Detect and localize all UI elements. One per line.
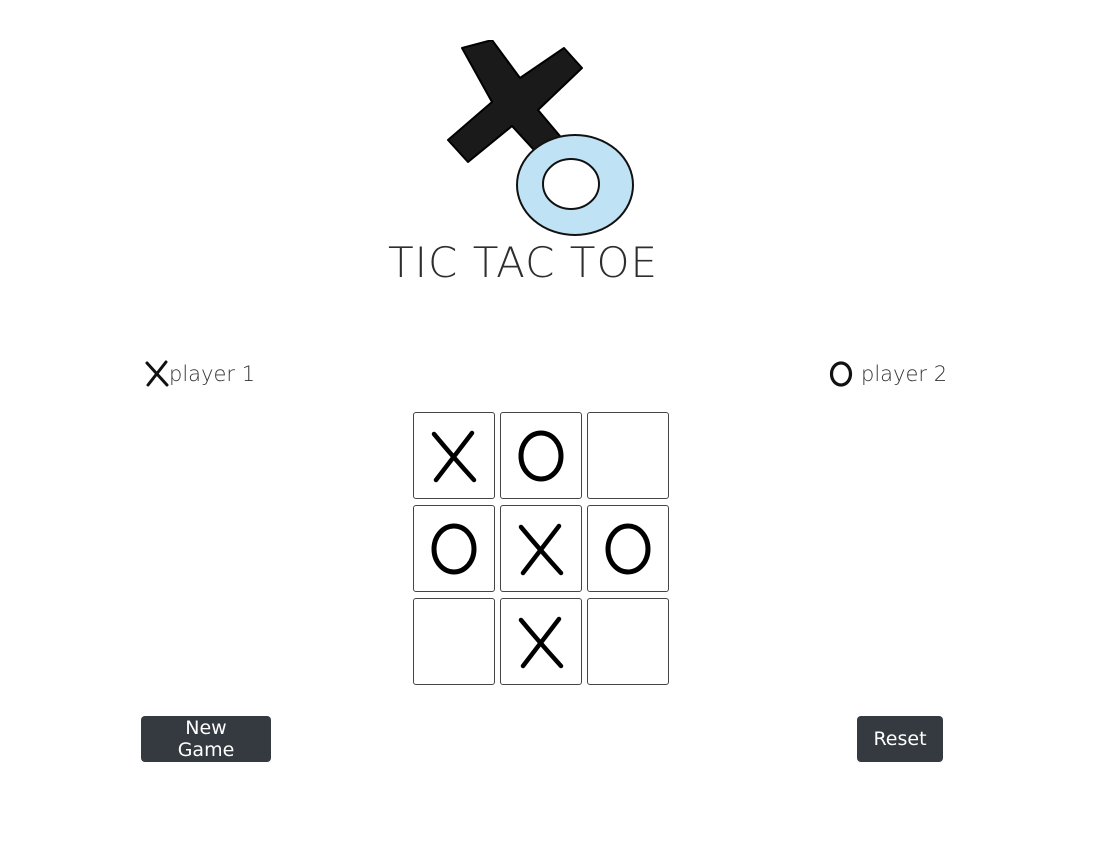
board-cell-7[interactable] xyxy=(413,598,495,685)
x-mark-icon xyxy=(145,360,169,388)
x-mark-icon xyxy=(518,616,564,668)
x-mark-icon xyxy=(518,523,564,575)
x-mark-icon xyxy=(431,430,477,482)
o-mark-icon xyxy=(431,523,477,574)
board-cell-4[interactable] xyxy=(413,505,495,592)
o-mark-icon xyxy=(605,523,651,574)
logo xyxy=(440,40,650,240)
board-cell-6[interactable] xyxy=(587,505,669,592)
o-mark-icon xyxy=(829,360,853,388)
new-game-button[interactable]: New Game xyxy=(141,716,271,762)
board-cell-5[interactable] xyxy=(500,505,582,592)
player-2-label: player 2 xyxy=(861,362,948,386)
game-board xyxy=(413,412,673,685)
logo-o-icon xyxy=(516,134,634,236)
game-title: TIC TAC TOE xyxy=(388,238,659,287)
reset-button[interactable]: Reset xyxy=(857,716,943,762)
player-1-indicator: player 1 xyxy=(145,360,255,388)
board-cell-8[interactable] xyxy=(500,598,582,685)
player-1-label: player 1 xyxy=(169,362,256,386)
board-cell-3[interactable] xyxy=(587,412,669,499)
board-cell-9[interactable] xyxy=(587,598,669,685)
o-mark-icon xyxy=(518,430,564,481)
board-cell-2[interactable] xyxy=(500,412,582,499)
player-2-indicator: player 2 xyxy=(829,360,947,388)
board-cell-1[interactable] xyxy=(413,412,495,499)
